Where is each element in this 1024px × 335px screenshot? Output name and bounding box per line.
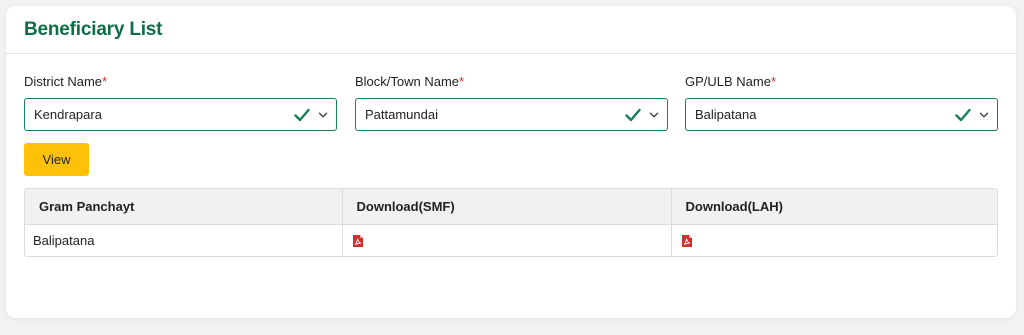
block-select-value: Pattamundai bbox=[365, 107, 438, 122]
download-lah-cell bbox=[671, 223, 997, 256]
table-row: Balipatana bbox=[25, 223, 997, 256]
district-label-text: District Name bbox=[24, 74, 103, 89]
check-icon bbox=[955, 108, 971, 122]
gp-ulb-label-text: GP/ULB Name bbox=[685, 74, 771, 89]
district-field: District Name* Kendrapara bbox=[24, 74, 337, 131]
check-icon bbox=[625, 108, 641, 122]
beneficiary-card: Beneficiary List District Name* Kendrapa… bbox=[6, 6, 1016, 318]
chevron-down-icon[interactable] bbox=[318, 110, 328, 120]
district-label: District Name* bbox=[24, 74, 337, 92]
district-select-value: Kendrapara bbox=[34, 107, 102, 122]
gram-panchayat-cell: Balipatana bbox=[25, 223, 343, 256]
page-title: Beneficiary List bbox=[24, 18, 163, 40]
block-label: Block/Town Name* bbox=[355, 74, 668, 92]
gp-ulb-select[interactable]: Balipatana bbox=[685, 98, 998, 131]
filter-form: District Name* Kendrapara Block/Town Nam… bbox=[24, 74, 998, 134]
gp-ulb-field: GP/ULB Name* Balipatana bbox=[685, 74, 998, 131]
view-button[interactable]: View bbox=[24, 143, 89, 176]
beneficiary-table: Gram Panchayt Download(SMF) Download(LAH… bbox=[24, 188, 998, 257]
gp-ulb-label: GP/ULB Name* bbox=[685, 74, 998, 92]
column-header-download-lah: Download(LAH) bbox=[685, 198, 783, 214]
pdf-icon[interactable] bbox=[681, 235, 692, 248]
block-field: Block/Town Name* Pattamundai bbox=[355, 74, 668, 131]
column-header-gram-panchayat: Gram Panchayt bbox=[25, 189, 343, 224]
district-select[interactable]: Kendrapara bbox=[24, 98, 337, 131]
required-mark: * bbox=[770, 74, 777, 89]
download-smf-cell bbox=[342, 223, 672, 256]
block-label-text: Block/Town Name bbox=[355, 74, 460, 89]
column-header-download-smf: Download(SMF) bbox=[342, 189, 672, 224]
chevron-down-icon[interactable] bbox=[649, 110, 659, 120]
block-select[interactable]: Pattamundai bbox=[355, 98, 668, 131]
required-mark: * bbox=[459, 74, 465, 89]
card-header: Beneficiary List bbox=[6, 6, 1016, 54]
required-mark: * bbox=[102, 74, 108, 89]
table-header-row: Gram Panchayt Download(SMF) Download(LAH… bbox=[25, 189, 997, 224]
check-icon bbox=[294, 108, 310, 122]
chevron-down-icon[interactable] bbox=[979, 110, 989, 120]
pdf-icon[interactable] bbox=[352, 235, 363, 248]
gp-ulb-select-value: Balipatana bbox=[695, 107, 757, 122]
